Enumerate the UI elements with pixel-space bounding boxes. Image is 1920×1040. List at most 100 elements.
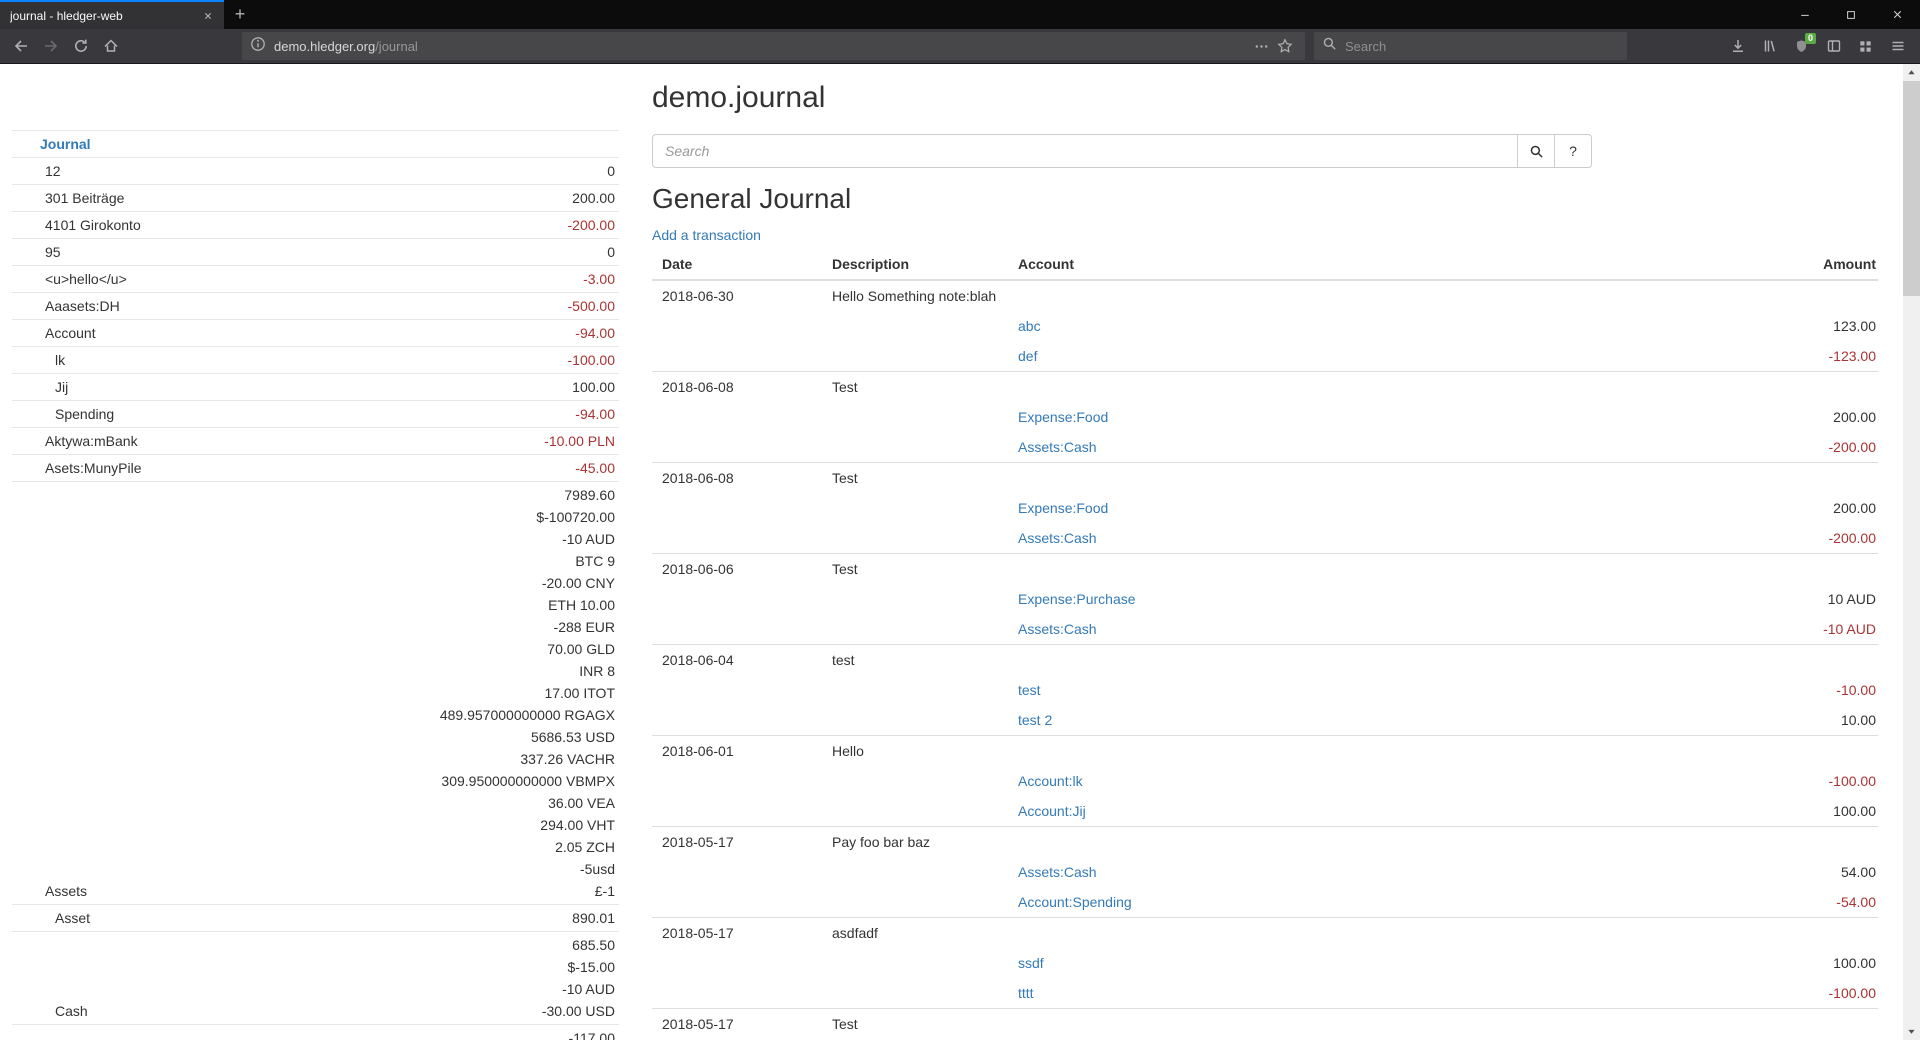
toolbar-icons: 0 bbox=[1723, 32, 1914, 60]
account-name[interactable]: 4101 Girokonto bbox=[45, 217, 141, 233]
account-row: -117.00 bbox=[12, 1025, 619, 1040]
account-name[interactable]: Account bbox=[45, 325, 96, 341]
sidebar-accounts-table: Journal 120301 Beiträge200.004101 Giroko… bbox=[12, 130, 619, 1040]
transaction-row[interactable]: 2018-06-08Test bbox=[652, 463, 1878, 494]
account-name[interactable]: Aktywa:mBank bbox=[45, 433, 138, 449]
downloads-icon[interactable] bbox=[1723, 32, 1752, 60]
posting-row: Account:Jij100.00 bbox=[652, 796, 1878, 827]
transaction-row[interactable]: 2018-06-01Hello bbox=[652, 736, 1878, 767]
account-balance: -10 AUD bbox=[316, 978, 615, 1000]
account-name[interactable]: Spending bbox=[55, 406, 114, 422]
account-name[interactable]: 301 Beiträge bbox=[45, 190, 124, 206]
account-name[interactable]: Aaasets:DH bbox=[45, 298, 120, 314]
account-balance: 0 bbox=[316, 241, 615, 263]
reload-button[interactable] bbox=[66, 32, 96, 60]
transaction-description: Test bbox=[822, 372, 1878, 403]
back-button[interactable] bbox=[6, 32, 36, 60]
search-help-button[interactable]: ? bbox=[1554, 134, 1592, 168]
home-button[interactable] bbox=[96, 32, 126, 60]
posting-amount: -100.00 bbox=[1568, 978, 1878, 1009]
account-name[interactable]: lk bbox=[55, 352, 65, 368]
posting-account-link[interactable]: def bbox=[1018, 348, 1037, 364]
posting-account-link[interactable]: Expense:Purchase bbox=[1018, 591, 1136, 607]
apps-grid-icon[interactable] bbox=[1851, 32, 1880, 60]
account-row: Aaasets:DH-500.00 bbox=[12, 293, 619, 320]
posting-account-link[interactable]: Expense:Food bbox=[1018, 409, 1108, 425]
posting-row: abc123.00 bbox=[652, 311, 1878, 341]
journal-table-body: 2018-06-30Hello Something note:blahabc12… bbox=[652, 280, 1878, 1039]
posting-account-link[interactable]: test 2 bbox=[1018, 712, 1052, 728]
transaction-description: Pay foo bar baz bbox=[822, 827, 1878, 858]
journal-search-group: ? bbox=[652, 134, 1592, 168]
url-text: demo.hledger.org/journal bbox=[274, 39, 1249, 54]
account-name[interactable]: Asets:MunyPile bbox=[45, 460, 141, 476]
bookmark-star-icon[interactable] bbox=[1273, 34, 1297, 58]
account-balance: -100.00 bbox=[316, 349, 615, 371]
tab-close-icon[interactable] bbox=[199, 7, 217, 25]
posting-row: Account:lk-100.00 bbox=[652, 766, 1878, 796]
account-name[interactable]: 12 bbox=[45, 163, 61, 179]
account-name[interactable]: Assets bbox=[45, 883, 87, 899]
posting-amount: -54.00 bbox=[1568, 887, 1878, 918]
window-minimize-button[interactable] bbox=[1782, 0, 1828, 29]
transaction-row[interactable]: 2018-06-06Test bbox=[652, 554, 1878, 585]
sidebar-toggle-icon[interactable] bbox=[1819, 32, 1848, 60]
new-tab-button[interactable]: + bbox=[224, 0, 256, 29]
posting-account-link[interactable]: ssdf bbox=[1018, 955, 1044, 971]
posting-amount: -123.00 bbox=[1568, 341, 1878, 372]
url-path: /journal bbox=[375, 39, 418, 54]
journal-search-button[interactable] bbox=[1517, 134, 1555, 168]
browser-tab[interactable]: journal - hledger-web bbox=[0, 0, 224, 29]
account-name[interactable]: Cash bbox=[55, 1003, 88, 1019]
journal-search-input[interactable] bbox=[652, 134, 1518, 168]
posting-account-link[interactable]: Expense:Food bbox=[1018, 500, 1108, 516]
transaction-row[interactable]: 2018-05-17asdfadf bbox=[652, 918, 1878, 949]
posting-account-link[interactable]: abc bbox=[1018, 318, 1041, 334]
transaction-row[interactable]: 2018-05-17Pay foo bar baz bbox=[652, 827, 1878, 858]
scroll-down-arrow[interactable] bbox=[1903, 1023, 1920, 1040]
menu-hamburger-icon[interactable] bbox=[1883, 32, 1912, 60]
posting-account-link[interactable]: test bbox=[1018, 682, 1041, 698]
window-close-button[interactable] bbox=[1874, 0, 1920, 29]
account-row: Asset890.01 bbox=[12, 905, 619, 932]
account-balance: -30.00 USD bbox=[316, 1000, 615, 1022]
posting-account-link[interactable]: Account:Jij bbox=[1018, 803, 1086, 819]
site-info-icon[interactable] bbox=[250, 36, 266, 57]
transaction-description: Hello Something note:blah bbox=[822, 280, 1878, 311]
posting-account-link[interactable]: tttt bbox=[1018, 985, 1034, 1001]
posting-account-link[interactable]: Assets:Cash bbox=[1018, 530, 1097, 546]
posting-account-link[interactable]: Account:lk bbox=[1018, 773, 1083, 789]
url-bar[interactable]: demo.hledger.org/journal bbox=[242, 32, 1305, 60]
account-name[interactable]: 95 bbox=[45, 244, 61, 260]
account-name[interactable]: Jij bbox=[55, 379, 68, 395]
transaction-row[interactable]: 2018-06-30Hello Something note:blah bbox=[652, 280, 1878, 311]
browser-search-input[interactable]: Search bbox=[1314, 32, 1627, 60]
column-header-account: Account bbox=[1008, 249, 1568, 280]
tab-strip: journal - hledger-web + bbox=[0, 0, 1920, 29]
posting-account-link[interactable]: Assets:Cash bbox=[1018, 621, 1097, 637]
page-actions-icon[interactable] bbox=[1249, 34, 1273, 58]
forward-button[interactable] bbox=[36, 32, 66, 60]
account-row: lk -100.00 bbox=[12, 347, 619, 374]
scroll-up-arrow[interactable] bbox=[1903, 64, 1920, 81]
account-name[interactable]: Asset bbox=[55, 910, 90, 926]
vertical-scrollbar[interactable] bbox=[1903, 64, 1920, 1040]
posting-amount: 200.00 bbox=[1568, 493, 1878, 523]
scrollbar-thumb[interactable] bbox=[1903, 81, 1920, 296]
account-balance: 17.00 ITOT bbox=[316, 682, 615, 704]
transaction-row[interactable]: 2018-06-04test bbox=[652, 645, 1878, 676]
add-transaction-link[interactable]: Add a transaction bbox=[652, 227, 761, 243]
account-name[interactable]: <u>hello</u> bbox=[45, 271, 127, 287]
posting-account-link[interactable]: Assets:Cash bbox=[1018, 864, 1097, 880]
tab-title: journal - hledger-web bbox=[10, 9, 199, 23]
posting-account-link[interactable]: Assets:Cash bbox=[1018, 439, 1097, 455]
library-icon[interactable] bbox=[1755, 32, 1784, 60]
posting-row: tttt -100.00 bbox=[652, 978, 1878, 1009]
sidebar-journal-link[interactable]: Journal bbox=[40, 136, 91, 152]
transaction-row[interactable]: 2018-06-08Test bbox=[652, 372, 1878, 403]
transaction-row[interactable]: 2018-05-17Test bbox=[652, 1009, 1878, 1040]
adblocker-extension-icon[interactable]: 0 bbox=[1787, 32, 1816, 60]
sidebar: Journal 120301 Beiträge200.004101 Giroko… bbox=[12, 130, 619, 1040]
posting-account-link[interactable]: Account:Spending bbox=[1018, 894, 1132, 910]
window-maximize-button[interactable] bbox=[1828, 0, 1874, 29]
